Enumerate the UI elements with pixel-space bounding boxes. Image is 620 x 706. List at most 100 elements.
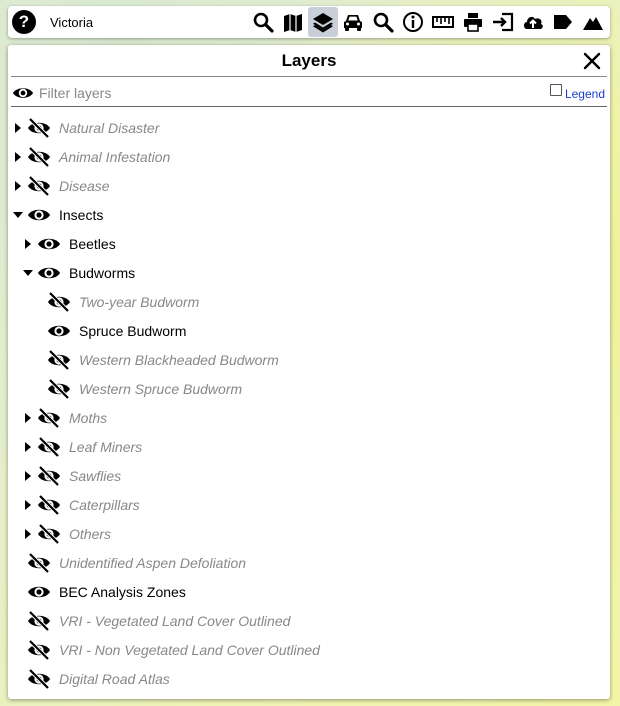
legend-checkbox[interactable] xyxy=(549,84,562,96)
layer-row[interactable]: Beetles xyxy=(8,229,610,258)
search-icon xyxy=(253,12,274,33)
layer-label[interactable]: Unidentified Aspen Defoliation xyxy=(59,555,246,571)
layers-button[interactable] xyxy=(308,7,338,37)
eye-icon[interactable] xyxy=(12,82,34,104)
car-button[interactable] xyxy=(338,7,368,37)
layer-label[interactable]: Animal Infestation xyxy=(59,149,170,165)
layer-label[interactable]: Natural Disaster xyxy=(59,120,159,136)
eye-slash-icon[interactable] xyxy=(47,378,71,399)
layer-row[interactable]: Western Blackheaded Budworm xyxy=(8,345,610,374)
layer-label[interactable]: Western Blackheaded Budworm xyxy=(79,352,279,368)
caret-right-icon[interactable] xyxy=(23,499,33,511)
eye-slash-icon[interactable] xyxy=(37,465,61,486)
map-button[interactable] xyxy=(278,7,308,37)
sign-in-button[interactable] xyxy=(488,7,518,37)
caret-down-icon[interactable] xyxy=(23,267,33,279)
search-button[interactable] xyxy=(248,7,278,37)
eye-icon[interactable] xyxy=(37,263,61,283)
car-icon xyxy=(344,15,362,31)
toolbar-tools xyxy=(248,6,608,38)
print-button[interactable] xyxy=(458,7,488,37)
layer-row[interactable]: Digital Road Atlas xyxy=(8,664,610,693)
layer-row[interactable]: Animal Infestation xyxy=(8,142,610,171)
layer-row[interactable]: Moths xyxy=(8,403,610,432)
location-name[interactable]: Victoria xyxy=(50,15,248,30)
caret-down-icon[interactable] xyxy=(13,209,23,221)
layer-label[interactable]: VRI - Non Vegetated Land Cover Outlined xyxy=(59,642,320,658)
layer-label[interactable]: VRI - Vegetated Land Cover Outlined xyxy=(59,613,290,629)
caret-right-icon[interactable] xyxy=(23,441,33,453)
top-toolbar: ? Victoria xyxy=(8,6,610,38)
tag-button[interactable] xyxy=(548,7,578,37)
layer-label[interactable]: Caterpillars xyxy=(69,497,140,513)
tag-icon xyxy=(554,15,572,29)
layer-label[interactable]: Spruce Budworm xyxy=(79,323,186,339)
eye-slash-icon[interactable] xyxy=(37,407,61,428)
layer-row[interactable]: Two-year Budworm xyxy=(8,287,610,316)
layer-row[interactable]: VRI - Vegetated Land Cover Outlined xyxy=(8,606,610,635)
eye-icon[interactable] xyxy=(27,582,51,602)
info-icon xyxy=(403,12,423,32)
eye-slash-icon[interactable] xyxy=(47,349,71,370)
eye-slash-icon[interactable] xyxy=(27,639,51,660)
layer-label[interactable]: Leaf Miners xyxy=(69,439,142,455)
info-button[interactable] xyxy=(398,7,428,37)
eye-icon[interactable] xyxy=(37,234,61,254)
upload-button[interactable] xyxy=(518,7,548,37)
layer-label[interactable]: Others xyxy=(69,526,111,542)
eye-slash-icon[interactable] xyxy=(27,146,51,167)
filter-layers-input[interactable] xyxy=(37,83,497,103)
eye-slash-icon[interactable] xyxy=(37,494,61,515)
eye-slash-icon[interactable] xyxy=(47,291,71,312)
layer-row[interactable]: Unidentified Aspen Defoliation xyxy=(8,548,610,577)
close-icon[interactable] xyxy=(582,51,602,71)
caret-right-icon[interactable] xyxy=(13,122,23,134)
layer-label[interactable]: Moths xyxy=(69,410,107,426)
layer-label[interactable]: Budworms xyxy=(69,265,135,281)
caret-right-icon[interactable] xyxy=(13,180,23,192)
layer-row[interactable]: Leaf Miners xyxy=(8,432,610,461)
layer-row[interactable]: Spruce Budworm xyxy=(8,316,610,345)
eye-slash-icon[interactable] xyxy=(37,523,61,544)
layer-label[interactable]: Insects xyxy=(59,207,103,223)
caret-right-icon[interactable] xyxy=(13,151,23,163)
caret-right-icon[interactable] xyxy=(23,238,33,250)
layer-row[interactable]: VRI - Non Vegetated Land Cover Outlined xyxy=(8,635,610,664)
layer-row[interactable]: Western Spruce Budworm xyxy=(8,374,610,403)
layer-row[interactable]: Insects xyxy=(8,200,610,229)
caret-right-icon[interactable] xyxy=(23,528,33,540)
layer-label[interactable]: Beetles xyxy=(69,236,116,252)
help-button[interactable]: ? xyxy=(12,10,36,34)
ruler-icon xyxy=(432,16,454,28)
mountain-button[interactable] xyxy=(578,7,608,37)
layer-row[interactable]: Caterpillars xyxy=(8,490,610,519)
ruler-button[interactable] xyxy=(428,7,458,37)
caret-right-icon[interactable] xyxy=(23,470,33,482)
eye-icon[interactable] xyxy=(27,205,51,225)
eye-slash-icon[interactable] xyxy=(27,668,51,689)
map-icon xyxy=(284,14,302,32)
layer-label[interactable]: BEC Analysis Zones xyxy=(59,584,186,600)
eye-icon[interactable] xyxy=(47,321,71,341)
layer-row[interactable]: Natural Disaster xyxy=(8,113,610,142)
layer-label[interactable]: Sawflies xyxy=(69,468,121,484)
eye-slash-icon[interactable] xyxy=(27,175,51,196)
layer-row[interactable]: Sawflies xyxy=(8,461,610,490)
layer-row[interactable]: Disease xyxy=(8,171,610,200)
layer-label[interactable]: Western Spruce Budworm xyxy=(79,381,242,397)
eye-slash-icon[interactable] xyxy=(27,552,51,573)
search-button[interactable] xyxy=(368,7,398,37)
layer-label[interactable]: Disease xyxy=(59,178,110,194)
legend-toggle[interactable]: Legend xyxy=(549,84,605,101)
print-icon xyxy=(464,13,482,32)
eye-slash-icon[interactable] xyxy=(27,117,51,138)
legend-label[interactable]: Legend xyxy=(565,87,605,101)
eye-slash-icon[interactable] xyxy=(37,436,61,457)
layer-label[interactable]: Two-year Budworm xyxy=(79,294,199,310)
layer-row[interactable]: Budworms xyxy=(8,258,610,287)
layer-label[interactable]: Digital Road Atlas xyxy=(59,671,170,687)
layer-row[interactable]: Others xyxy=(8,519,610,548)
eye-slash-icon[interactable] xyxy=(27,610,51,631)
caret-right-icon[interactable] xyxy=(23,412,33,424)
layer-row[interactable]: BEC Analysis Zones xyxy=(8,577,610,606)
